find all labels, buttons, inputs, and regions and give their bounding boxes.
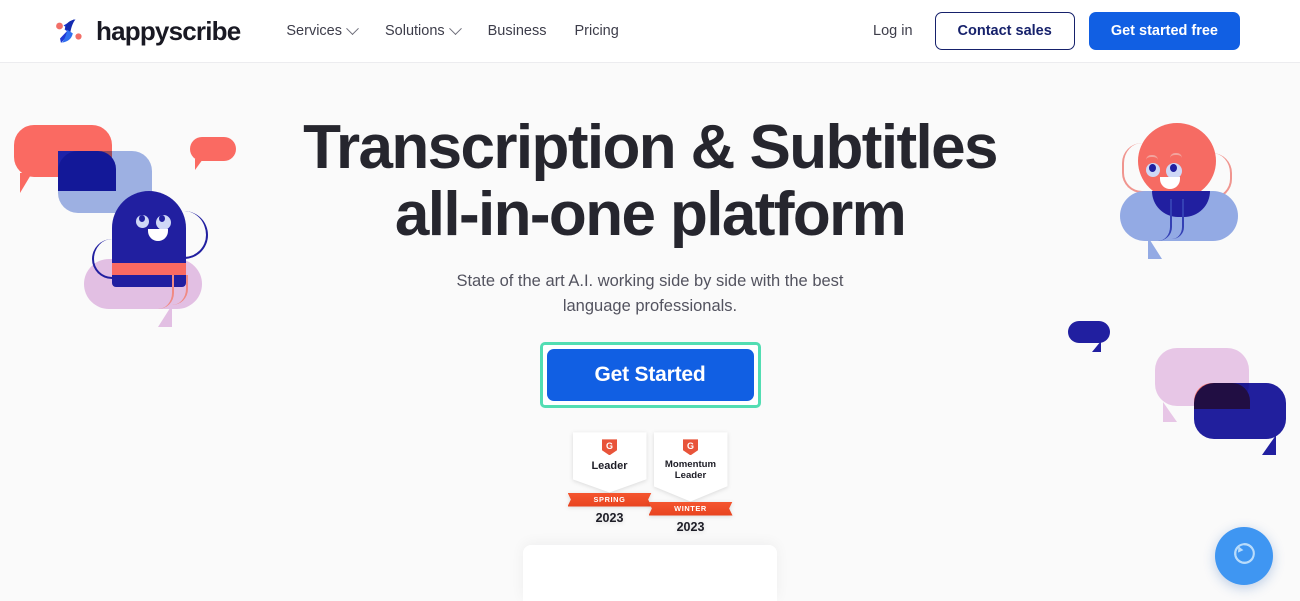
cta-container: Get Started (539, 342, 761, 409)
contact-sales-button[interactable]: Contact sales (934, 12, 1075, 50)
hero-content: Transcription & Subtitles all-in-one pla… (0, 63, 1300, 534)
g2-badge-leader[interactable]: G Leader SPRING 2023 (567, 432, 652, 533)
badge-season-ribbon: WINTER (648, 501, 733, 516)
badge-title-line-1: Momentum (664, 459, 717, 471)
main-nav: Services Solutions Business Pricing (272, 15, 632, 47)
g2-badge-momentum-leader[interactable]: G Momentum Leader WINTER 2023 (648, 432, 733, 534)
badge-season-ribbon: SPRING (567, 492, 652, 507)
badge-year: 2023 (595, 510, 624, 525)
badge-title-line-2: Leader (674, 469, 707, 481)
g2-logo-icon: G (683, 439, 698, 456)
get-started-button[interactable]: Get Started (546, 349, 754, 402)
g2-logo-icon: G (602, 439, 617, 456)
nav-label-pricing: Pricing (574, 23, 619, 39)
badge-shield: G Momentum Leader (653, 432, 728, 502)
g2-logo-letter: G (605, 440, 613, 451)
headline-line-2: all-in-one platform (394, 179, 907, 249)
nav-label-business: Business (487, 23, 547, 39)
header-actions: Log in Contact sales Get started free (865, 12, 1240, 50)
nav-label-solutions: Solutions (384, 23, 445, 39)
hero-section: Transcription & Subtitles all-in-one pla… (0, 63, 1300, 601)
agent-highlight-ring: Get Started (539, 342, 761, 409)
brand-name: happyscribe (96, 15, 241, 46)
badge-year: 2023 (676, 519, 705, 534)
nav-item-services[interactable]: Services (272, 15, 371, 47)
hero-subheading: State of the art A.I. working side by si… (456, 271, 844, 315)
badge-shield: G Leader (572, 432, 647, 493)
award-badges: G Leader SPRING 2023 G Momentum Leader W… (0, 432, 1300, 534)
get-started-free-button[interactable]: Get started free (1088, 12, 1240, 50)
chat-widget-button[interactable] (1215, 527, 1273, 585)
nav-item-solutions[interactable]: Solutions (371, 15, 474, 47)
happyscribe-s-logo-icon (52, 14, 86, 48)
chevron-down-icon (346, 21, 359, 35)
nav-label-services: Services (286, 23, 342, 39)
nav-item-pricing[interactable]: Pricing (560, 15, 632, 47)
badge-title: Momentum Leader (665, 460, 716, 481)
badge-title: Leader (591, 460, 628, 473)
below-fold-card (523, 545, 777, 601)
page-title: Transcription & Subtitles all-in-one pla… (0, 113, 1300, 249)
chevron-down-icon (448, 21, 462, 35)
g2-logo-letter: G (686, 440, 694, 451)
chat-bubble-icon (1231, 540, 1258, 572)
headline-line-1: Transcription & Subtitles (303, 113, 998, 182)
site-header: happyscribe Services Solutions Business … (0, 0, 1300, 63)
brand-logo-link[interactable]: happyscribe (52, 14, 241, 48)
nav-item-business[interactable]: Business (474, 15, 561, 47)
login-link[interactable]: Log in (865, 17, 921, 45)
